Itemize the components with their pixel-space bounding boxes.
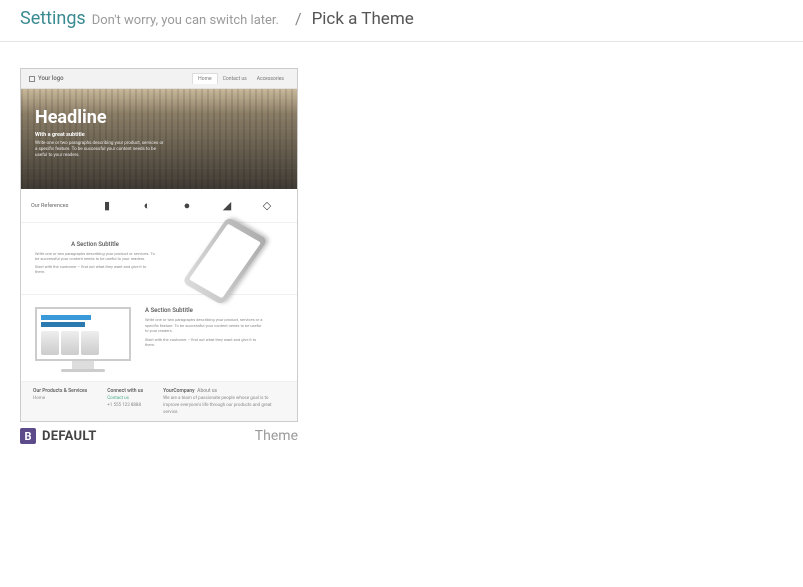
theme-type-label: Theme <box>255 428 298 444</box>
theme-card-default[interactable]: Your logo Home Contact us Accessories He… <box>20 68 298 444</box>
preview-reference-icons: ▮ ◐ ● ◢ ◇ <box>87 199 287 213</box>
preview-footer-col1: Our Products & Services Home <box>33 388 87 415</box>
settings-link[interactable]: Settings <box>20 8 86 29</box>
preview-sec2-desc2: Start with the customer – find out what … <box>145 337 265 348</box>
preview-footer: Our Products & Services Home Connect wit… <box>21 381 297 421</box>
preview-logo-text: Your logo <box>38 75 64 82</box>
ref-icon-5: ◇ <box>260 199 274 213</box>
theme-name: DEFAULT <box>42 429 97 444</box>
preview-hero-desc: Write one or two paragraphs describing y… <box>35 141 165 159</box>
theme-thumbnail[interactable]: Your logo Home Contact us Accessories He… <box>20 68 298 422</box>
content-area: Your logo Home Contact us Accessories He… <box>0 42 803 470</box>
preview-section-1: A Section Subtitle Write one or two para… <box>21 223 297 295</box>
breadcrumb-separator: / <box>295 9 302 28</box>
preview-sec1-desc2: Start with the customer – find out what … <box>35 264 155 274</box>
preview-headline: Headline <box>35 107 283 128</box>
preview-section-2: A Section Subtitle Write one or two para… <box>21 295 297 381</box>
preview-nav-accessories: Accessories <box>252 74 289 84</box>
preview-nav-contact: Contact us <box>218 74 252 84</box>
preview-references-row: Our References ▮ ◐ ● ◢ ◇ <box>21 189 297 223</box>
preview-footer-col2: Connect with us Contact us +1 555 123 88… <box>107 388 143 415</box>
preview-sec1-desc1: Write one or two paragraphs describing y… <box>35 251 155 261</box>
ref-icon-2: ◐ <box>140 199 154 213</box>
theme-card-footer: B DEFAULT Theme <box>20 422 298 444</box>
preview-hero: Headline With a great subtitle Write one… <box>21 89 297 189</box>
phone-mockup-icon <box>182 216 268 305</box>
preview-references-label: Our References <box>31 203 87 209</box>
preview-nav-home: Home <box>192 73 217 84</box>
preview-sec2-desc1: Write one or two paragraphs describing y… <box>145 317 265 334</box>
bootstrap-badge-icon: B <box>20 428 36 444</box>
preview-subtitle: With a great subtitle <box>35 132 283 138</box>
page-title: Pick a Theme <box>312 9 414 29</box>
preview-logo: Your logo <box>29 75 64 82</box>
preview-sec2-title: A Section Subtitle <box>145 307 265 314</box>
ref-icon-3: ● <box>180 199 194 213</box>
page-header: Settings Don't worry, you can switch lat… <box>0 0 803 42</box>
preview-sec1-title: A Section Subtitle <box>35 241 155 248</box>
header-hint: Don't worry, you can switch later. <box>92 13 279 28</box>
preview-navbar: Your logo Home Contact us Accessories <box>21 69 297 89</box>
preview-footer-col3: YourCompany About us We are a team of pa… <box>163 388 285 415</box>
logo-square-icon <box>29 76 35 82</box>
ref-icon-1: ▮ <box>100 199 114 213</box>
monitor-mockup-icon <box>35 307 131 372</box>
ref-icon-4: ◢ <box>220 199 234 213</box>
